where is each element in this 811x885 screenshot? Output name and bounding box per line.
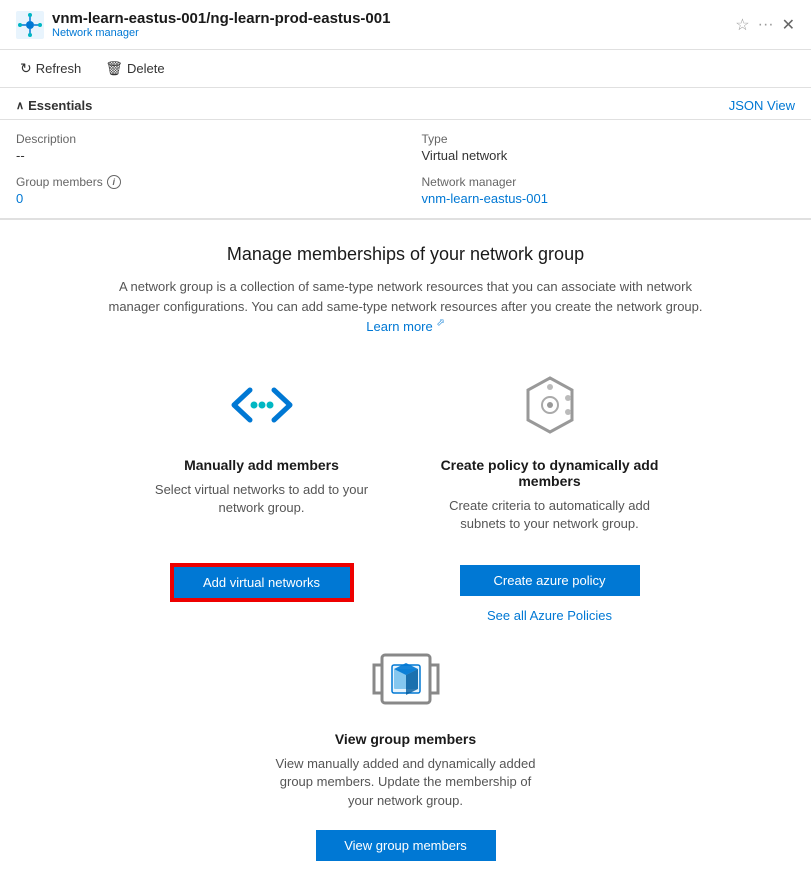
manual-add-card: Manually add members Select virtual netw…	[142, 365, 382, 533]
manual-add-desc: Select virtual networks to add to your n…	[142, 481, 382, 517]
policy-icon	[510, 370, 590, 440]
see-all-azure-policies-link[interactable]: See all Azure Policies	[487, 608, 612, 623]
main-content: Manage memberships of your network group…	[0, 220, 811, 885]
add-virtual-networks-button[interactable]: Add virtual networks	[172, 565, 352, 600]
group-members-label-row: Group members i	[16, 175, 390, 189]
view-group-members-section: View group members View manually added a…	[32, 639, 779, 861]
close-button[interactable]: ✕	[782, 15, 795, 35]
view-members-icon-area	[366, 639, 446, 719]
group-members-field: Group members i 0	[16, 171, 390, 210]
group-members-info-icon[interactable]: i	[107, 175, 121, 189]
refresh-button[interactable]: ↻ Refresh	[16, 58, 85, 79]
manual-add-icon-area	[222, 365, 302, 445]
manual-add-title: Manually add members	[184, 457, 339, 473]
essentials-chevron: ∧	[16, 99, 24, 112]
network-manager-value[interactable]: vnm-learn-eastus-001	[422, 191, 796, 206]
policy-icon-area	[510, 365, 590, 445]
essentials-grid: Description -- Type Virtual network Grou…	[0, 120, 811, 220]
view-group-members-button[interactable]: View group members	[316, 830, 496, 861]
view-members-title: View group members	[335, 731, 476, 747]
refresh-label: Refresh	[36, 61, 82, 76]
section-title: Manage memberships of your network group	[32, 244, 779, 265]
title-bar: vnm-learn-eastus-001/ng-learn-prod-eastu…	[0, 0, 811, 50]
manually-add-icon	[222, 370, 302, 440]
delete-label: Delete	[127, 61, 165, 76]
title-actions: ☆ ··· ✕	[735, 15, 795, 35]
section-desc-text: A network group is a collection of same-…	[108, 279, 702, 314]
delete-button[interactable]: 🗑 Delete	[101, 58, 168, 79]
network-manager-icon	[16, 11, 44, 39]
page-title: vnm-learn-eastus-001/ng-learn-prod-eastu…	[52, 10, 727, 27]
cards-row: Manually add members Select virtual netw…	[32, 365, 779, 533]
policy-action-col: Create azure policy See all Azure Polici…	[430, 565, 670, 623]
view-members-desc: View manually added and dynamically adde…	[266, 755, 546, 810]
json-view-link[interactable]: JSON View	[729, 98, 795, 113]
type-field: Type Virtual network	[422, 128, 796, 167]
view-members-icon	[366, 639, 446, 719]
policy-card: Create policy to dynamically add members…	[430, 365, 670, 533]
group-members-value[interactable]: 0	[16, 191, 390, 206]
more-options-icon[interactable]: ···	[758, 16, 774, 34]
network-manager-field: Network manager vnm-learn-eastus-001	[422, 171, 796, 210]
group-members-label: Group members	[16, 175, 103, 189]
policy-desc: Create criteria to automatically add sub…	[430, 497, 670, 533]
title-text-group: vnm-learn-eastus-001/ng-learn-prod-eastu…	[52, 10, 727, 39]
description-label: Description	[16, 132, 390, 146]
delete-icon: 🗑	[105, 60, 123, 77]
type-value: Virtual network	[422, 148, 796, 163]
section-desc: A network group is a collection of same-…	[106, 277, 706, 337]
toolbar: ↻ Refresh 🗑 Delete	[0, 50, 811, 88]
type-label: Type	[422, 132, 796, 146]
learn-more-link[interactable]: Learn more ⬀	[366, 319, 445, 334]
essentials-header: ∧ Essentials JSON View	[0, 88, 811, 120]
favorite-icon[interactable]: ☆	[735, 15, 749, 35]
network-manager-label: Network manager	[422, 175, 796, 189]
external-link-icon: ⬀	[436, 318, 444, 329]
action-row: Add virtual networks Create azure policy…	[32, 565, 779, 623]
essentials-title-label: Essentials	[28, 98, 92, 113]
essentials-title: ∧ Essentials	[16, 98, 92, 113]
refresh-icon: ↻	[20, 60, 32, 77]
description-value: --	[16, 148, 390, 163]
policy-title: Create policy to dynamically add members	[430, 457, 670, 489]
manual-action-col: Add virtual networks	[142, 565, 382, 623]
description-field: Description --	[16, 128, 390, 167]
create-azure-policy-button[interactable]: Create azure policy	[460, 565, 640, 596]
page-subtitle: Network manager	[52, 27, 727, 39]
